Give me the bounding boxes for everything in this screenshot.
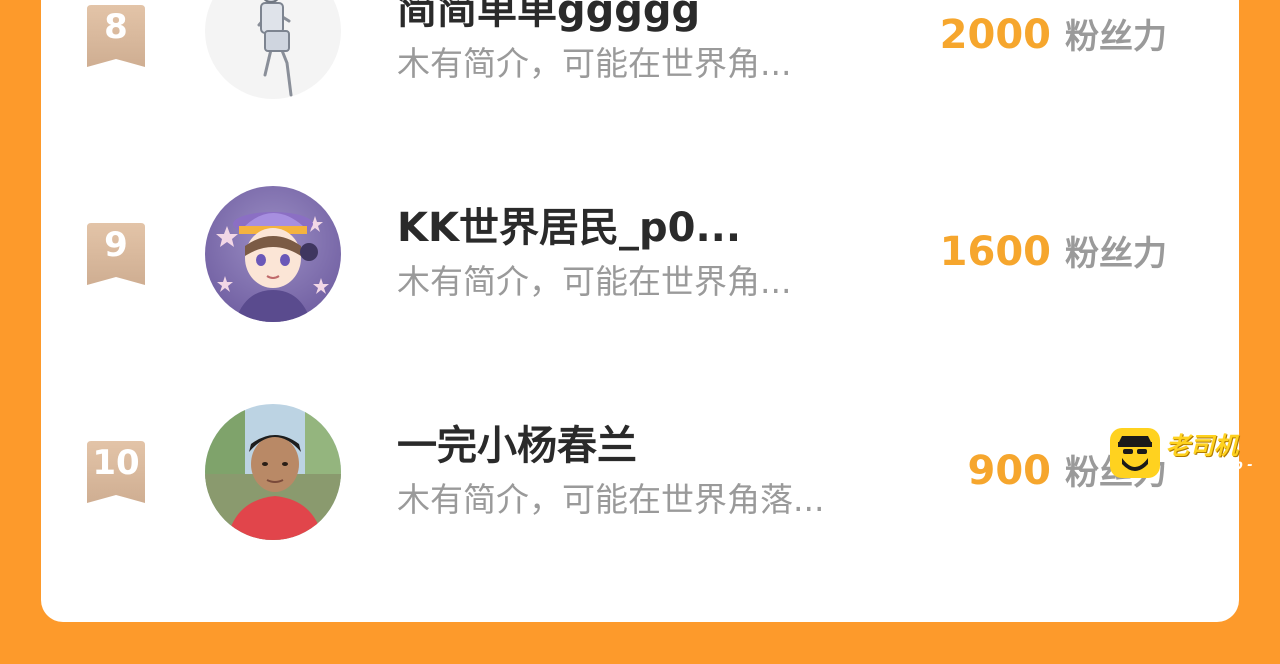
watermark-url: - lsjmh.top - xyxy=(1164,458,1253,473)
avatar[interactable] xyxy=(205,0,341,99)
rank-number: 8 xyxy=(104,7,128,47)
avatar[interactable] xyxy=(205,404,341,540)
score-value: 2000 xyxy=(939,12,1051,58)
list-item[interactable]: 8 简简单单ggggg 木有简介，可能在世界角... 2000 粉丝力 xyxy=(41,0,1239,120)
fan-score: 1600 粉丝力 xyxy=(940,227,1167,285)
score-value: 1600 xyxy=(939,229,1051,275)
score-unit: 粉丝力 xyxy=(1065,17,1167,57)
ranking-card: 8 简简单单ggggg 木有简介，可能在世界角... 2000 粉丝力 9 KK… xyxy=(41,0,1239,622)
watermark-title: 老司机 xyxy=(1166,432,1238,460)
list-item[interactable]: 9 KK世界居民_p0... 木有简介，可能在世界角... 1600 粉丝力 xyxy=(41,178,1239,338)
driver-face-icon xyxy=(1110,428,1160,478)
avatar[interactable] xyxy=(205,186,341,322)
user-bio: 木有简介，可能在世界角落... xyxy=(397,480,825,519)
rank-badge: 9 xyxy=(85,223,147,287)
score-value: 900 xyxy=(967,448,1052,494)
rank-badge: 10 xyxy=(85,441,147,505)
user-bio: 木有简介，可能在世界角... xyxy=(397,44,792,83)
watermark-logo: 老司机 - lsjmh.top - xyxy=(1108,428,1268,480)
user-name[interactable]: KK世界居民_p0... xyxy=(397,204,741,252)
user-name[interactable]: 简简单单ggggg xyxy=(397,0,700,34)
list-item[interactable]: 10 一完小杨春兰 木有简介，可能在世界角落... 900粉丝力 xyxy=(41,396,1239,556)
user-name[interactable]: 一完小杨春兰 xyxy=(397,422,637,470)
rank-badge: 8 xyxy=(85,5,147,69)
rank-number: 10 xyxy=(92,443,140,483)
rank-number: 9 xyxy=(104,225,128,265)
fan-score: 2000 粉丝力 xyxy=(940,10,1167,68)
user-bio: 木有简介，可能在世界角... xyxy=(397,262,792,301)
score-unit: 粉丝力 xyxy=(1065,234,1167,274)
